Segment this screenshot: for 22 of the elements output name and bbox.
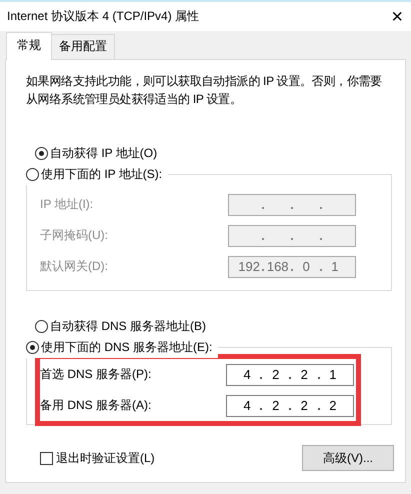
ip-address-field[interactable]: 4 2 2 1 bbox=[226, 364, 354, 386]
ip-address-field[interactable]: 4 2 2 2 bbox=[226, 394, 354, 416]
close-button[interactable]: × bbox=[389, 6, 405, 26]
radio-label[interactable]: 自动获得 DNS 服务器地址(B) bbox=[50, 318, 206, 334]
radio-button[interactable] bbox=[26, 340, 39, 354]
field-label: IP 地址(I): bbox=[40, 196, 94, 213]
checkbox[interactable] bbox=[40, 452, 53, 464]
radio-button[interactable] bbox=[35, 320, 48, 332]
checkbox-label[interactable]: 退出时验证设置(L) bbox=[56, 450, 155, 466]
field-label: 子网掩码(U): bbox=[40, 227, 108, 244]
advanced-button[interactable]: 高级(V)... bbox=[302, 445, 394, 471]
field-label: 首选 DNS 服务器(P): bbox=[40, 366, 152, 383]
radio-label[interactable]: 自动获得 IP 地址(O) bbox=[50, 144, 158, 162]
window-title: Internet 协议版本 4 (TCP/IPv4) 属性 bbox=[7, 8, 200, 25]
radio-button[interactable] bbox=[26, 168, 39, 180]
radio-label[interactable]: 使用下面的 IP 地址(S): bbox=[41, 166, 162, 182]
radio-button[interactable] bbox=[35, 146, 48, 160]
tab[interactable]: 备用配置 bbox=[51, 34, 115, 59]
field-label: 默认网关(D): bbox=[40, 258, 108, 275]
tab[interactable]: 常规 bbox=[6, 32, 52, 60]
field-label: 备用 DNS 服务器(A): bbox=[40, 397, 152, 414]
description-text: 如果网络支持此功能，则可以获取自动指派的 IP 设置。否则，你需要从网络系统管理员处获得适当的 IP 设置。 bbox=[26, 73, 383, 108]
